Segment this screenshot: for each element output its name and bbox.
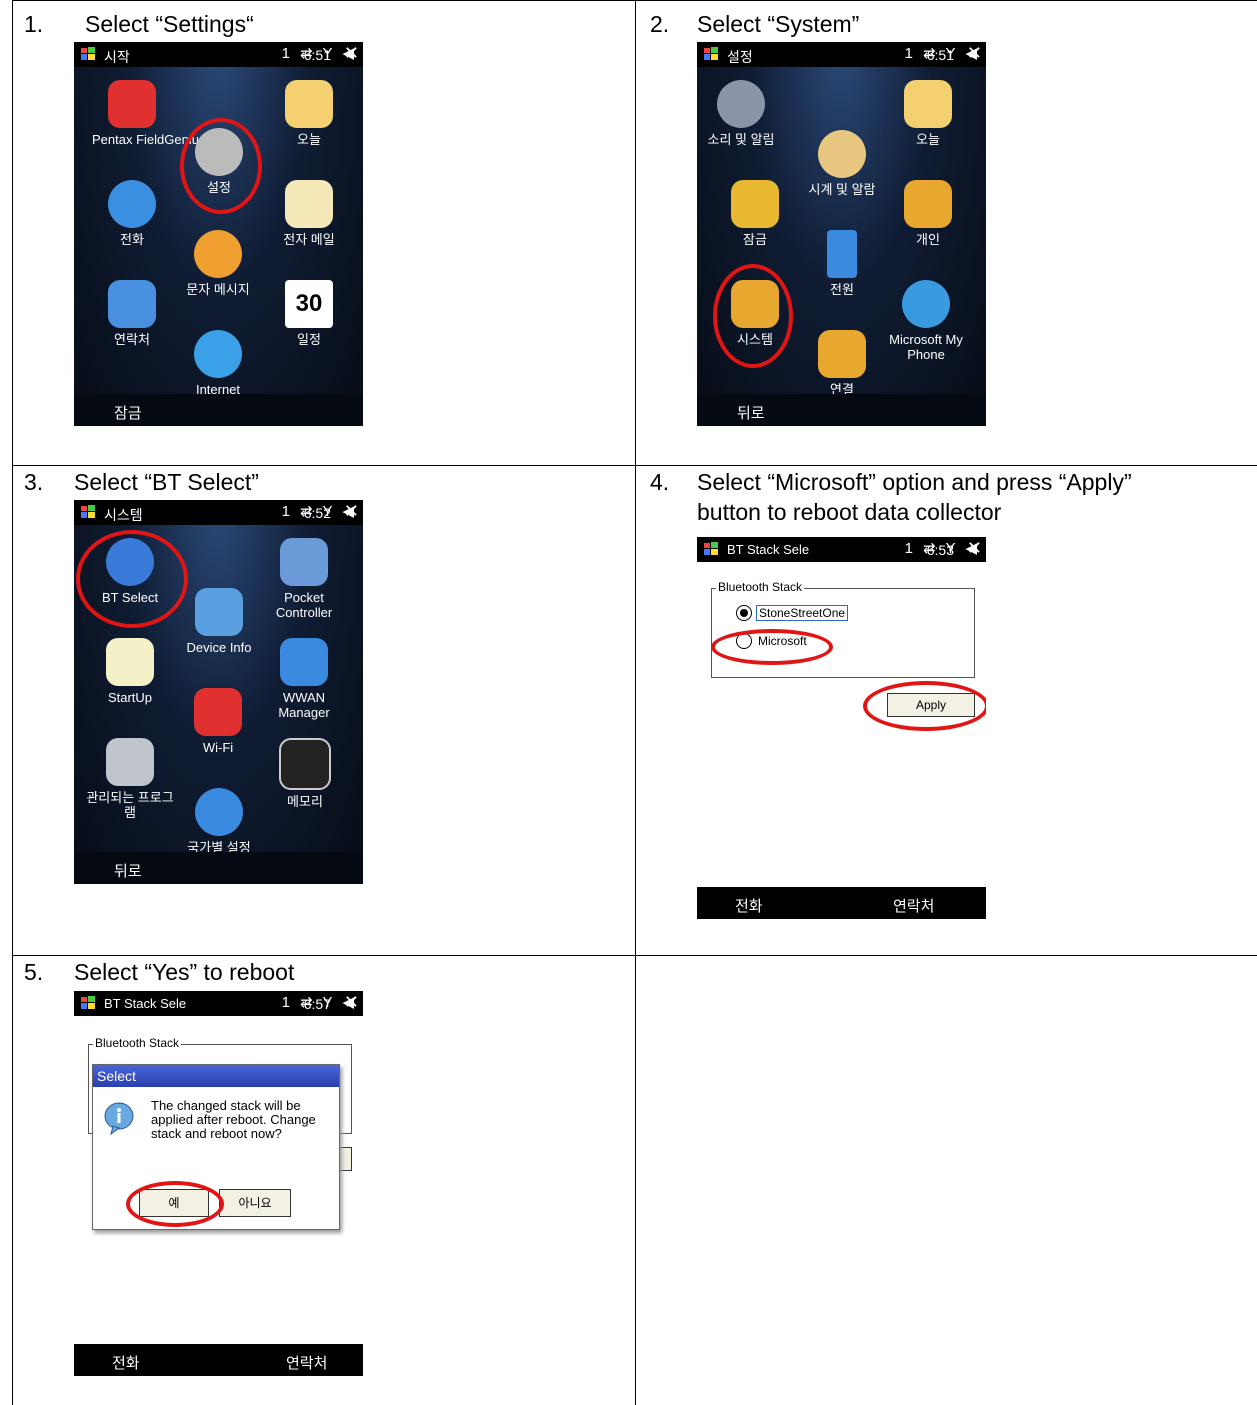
battery-icon	[827, 230, 857, 278]
highlight-circle	[180, 118, 262, 214]
softkey-phone[interactable]: 전화	[112, 1352, 140, 1373]
app-contacts[interactable]: 연락처	[92, 280, 172, 347]
app-startup[interactable]: StartUp	[90, 638, 170, 705]
softkey-lock[interactable]: 잠금	[114, 402, 142, 423]
screen-system: 시스템 1 ⇄ Y ◀ 6:52 ✕ BT Select Pocket Cont…	[74, 500, 363, 884]
softkey-contacts[interactable]: 연락처	[286, 1352, 327, 1373]
pocket-controller-icon	[280, 538, 328, 586]
highlight-circle	[126, 1181, 224, 1227]
app-messaging[interactable]: 문자 메시지	[178, 230, 258, 297]
windows-logo-icon	[81, 996, 95, 1009]
windows-logo-icon	[81, 505, 95, 518]
close-icon[interactable]: ✕	[344, 43, 359, 64]
softkey-bar: 전화 연락처	[74, 1344, 363, 1376]
globe-clock-icon	[195, 788, 243, 836]
highlight-circle	[713, 264, 793, 368]
calendar-icon: 30	[285, 280, 333, 328]
app-phone[interactable]: 전화	[92, 180, 172, 247]
phone-icon	[108, 180, 156, 228]
envelope-icon	[285, 180, 333, 228]
screen-reboot-confirm: BT Stack Sele 1 ⇄ Y ◀ 6:57 ✕ Bluetooth S…	[74, 991, 363, 1376]
status-bar: BT Stack Sele 1 ⇄ Y ◀ 6:53 ✕	[697, 537, 986, 562]
close-icon[interactable]: ✕	[344, 501, 359, 522]
radio-stonestreetone[interactable]	[736, 605, 752, 621]
status-bar: BT Stack Sele 1 ⇄ Y ◀ 6:57 ✕	[74, 991, 363, 1016]
clock-icon	[818, 130, 866, 178]
dialog-title: Select	[93, 1065, 339, 1087]
wireless-icon	[280, 638, 328, 686]
app-power[interactable]: 전원	[807, 230, 877, 297]
monitor-icon	[195, 588, 243, 636]
softkey-phone[interactable]: 전화	[735, 895, 763, 916]
highlight-circle	[76, 530, 188, 628]
chat-bubbles-icon	[194, 230, 242, 278]
house-icon	[904, 80, 952, 128]
softkey-bar: 뒤로	[697, 394, 986, 426]
padlock-icon	[731, 180, 779, 228]
status-bar: 시작 1 ⇄ Y ◀ 6:51 ✕	[74, 42, 363, 67]
softkey-back[interactable]: 뒤로	[114, 860, 142, 881]
chip-icon	[279, 738, 331, 790]
building-disc-icon	[106, 738, 154, 786]
app-connections[interactable]: 연결	[807, 330, 877, 397]
table-divider	[635, 0, 636, 1405]
screen-bt-stack-select: BT Stack Sele 1 ⇄ Y ◀ 6:53 ✕ Bluetooth S…	[697, 537, 986, 919]
app-lock[interactable]: 잠금	[715, 180, 795, 247]
screen-settings: 설정 1 ⇄ Y ◀ 6:51 ✕ 소리 및 알림 오늘 시계 및 알람 잠금 …	[697, 42, 986, 426]
screen-start-menu: 시작 1 ⇄ Y ◀ 6:51 ✕ Pentax FieldGenius 설정 …	[74, 42, 363, 426]
highlight-circle	[863, 681, 986, 731]
app-wwan-manager[interactable]: WWAN Manager	[264, 638, 344, 720]
app-internet[interactable]: Internet	[178, 330, 258, 397]
softkey-contacts[interactable]: 연락처	[893, 895, 934, 916]
softkey-bar: 전화 연락처	[697, 887, 986, 919]
app-regional-settings[interactable]: 국가별 설정	[174, 788, 264, 855]
house-icon	[285, 80, 333, 128]
app-microsoft-my-phone[interactable]: Microsoft My Phone	[881, 280, 971, 362]
app-device-info[interactable]: Device Info	[174, 588, 264, 655]
app-managed-programs[interactable]: 관리되는 프로그램	[82, 738, 178, 820]
speaker-icon	[717, 80, 765, 128]
app-email[interactable]: 전자 메일	[269, 180, 349, 247]
highlight-circle	[711, 629, 833, 665]
app-clock-alarms[interactable]: 시계 및 알람	[797, 130, 887, 197]
wifi-icon	[194, 688, 242, 736]
windows-logo-icon	[704, 47, 718, 60]
app-today[interactable]: 오늘	[893, 80, 963, 147]
folder-person-icon	[904, 180, 952, 228]
notepad-gear-icon	[106, 638, 154, 686]
softkey-bar: 잠금	[74, 394, 363, 426]
app-today[interactable]: 오늘	[274, 80, 344, 147]
softkey-back[interactable]: 뒤로	[737, 402, 765, 423]
contact-card-icon	[108, 280, 156, 328]
windows-logo-icon	[81, 47, 95, 60]
softkey-bar: 뒤로	[74, 852, 363, 884]
app-memory[interactable]: 메모리	[270, 738, 340, 809]
windows-logo-icon	[704, 542, 718, 555]
app-pocket-controller[interactable]: Pocket Controller	[264, 538, 344, 620]
close-icon[interactable]: ✕	[967, 538, 982, 559]
app-calendar[interactable]: 30 일정	[274, 280, 344, 347]
globe-icon	[902, 280, 950, 328]
close-icon[interactable]: ✕	[967, 43, 982, 64]
no-button[interactable]: 아니요	[219, 1189, 291, 1217]
app-personal[interactable]: 개인	[893, 180, 963, 247]
pentax-icon	[108, 80, 156, 128]
status-bar: 설정 1 ⇄ Y ◀ 6:51 ✕	[697, 42, 986, 67]
info-icon	[104, 1102, 134, 1135]
app-sounds[interactable]: 소리 및 알림	[701, 80, 781, 147]
internet-explorer-icon	[194, 330, 242, 378]
app-wifi[interactable]: Wi-Fi	[178, 688, 258, 755]
app-pentax-fieldgenius[interactable]: Pentax FieldGenius	[92, 80, 205, 147]
dialog-message: The changed stack will be applied after …	[151, 1098, 316, 1141]
close-icon[interactable]: ✕	[344, 992, 359, 1013]
status-bar: 시스템 1 ⇄ Y ◀ 6:52 ✕	[74, 500, 363, 525]
folder-antenna-icon	[818, 330, 866, 378]
